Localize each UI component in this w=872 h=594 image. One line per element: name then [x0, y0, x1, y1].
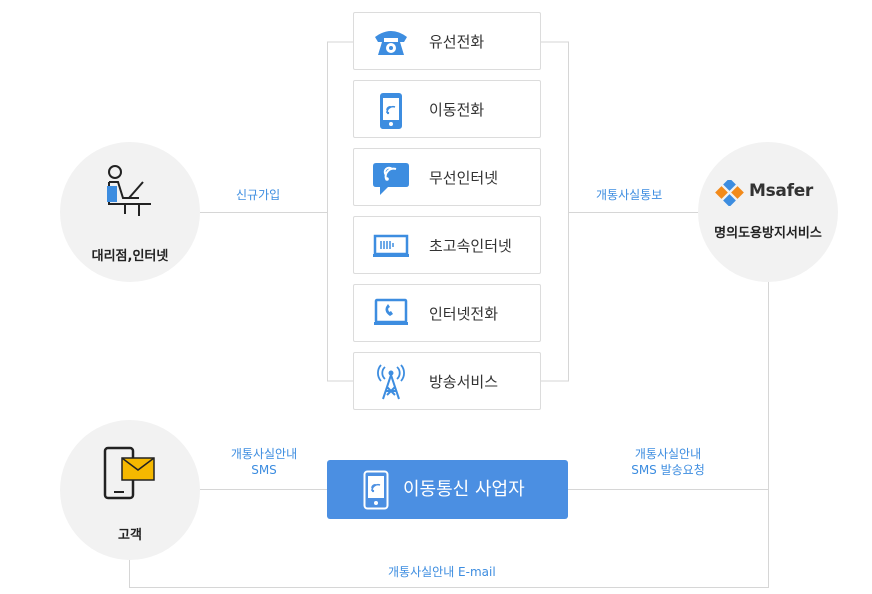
msafer-node: Msafer 명의도용방지서비스: [698, 142, 838, 282]
services-bracket-right: [541, 41, 569, 382]
service-box-internet-phone: 인터넷전화: [353, 284, 541, 342]
service-label: 유선전화: [429, 33, 485, 51]
service-box-landline: 유선전화: [353, 12, 541, 70]
modem-icon: [373, 234, 409, 257]
phone-with-envelope-icon: [103, 446, 155, 500]
services-bracket-left: [327, 41, 353, 382]
customer-node: 고객: [60, 420, 200, 560]
broadcast-tower-icon: [377, 364, 405, 400]
person-at-laptop-icon: [107, 165, 151, 216]
sms-guide-label: 개통사실안내 SMS: [214, 446, 314, 478]
carrier-node: 이동통신 사업자: [327, 460, 568, 519]
service-label: 무선인터넷: [429, 169, 499, 187]
service-label: 초고속인터넷: [429, 237, 512, 255]
wifi-bubble-icon: [373, 163, 409, 195]
mobile-phone-icon: [380, 93, 402, 129]
service-label: 인터넷전화: [429, 305, 499, 323]
service-box-broadband: 초고속인터넷: [353, 216, 541, 274]
sms-request-line2: SMS 발송요청: [631, 463, 705, 477]
msafer-logo-mark-icon: [715, 180, 744, 206]
email-guide-label: 개통사실안내 E-mail: [388, 565, 496, 579]
customer-label: 고객: [118, 528, 142, 543]
mobile-phone-icon: [363, 470, 389, 510]
sms-request-label: 개통사실안내 SMS 발송요청: [613, 446, 723, 478]
sms-guide-line1: 개통사실안내: [230, 447, 298, 461]
msafer-logo-text: Msafer: [749, 181, 814, 201]
notify-label: 개통사실통보: [596, 188, 663, 202]
service-label: 방송서비스: [429, 373, 499, 391]
agency-node: 대리점,인터넷: [60, 142, 200, 282]
telephone-icon: [375, 31, 407, 55]
service-label: 이동전화: [429, 101, 485, 119]
service-box-mobile: 이동전화: [353, 80, 541, 138]
msafer-logo: Msafer: [715, 180, 823, 206]
service-box-wireless-internet: 무선인터넷: [353, 148, 541, 206]
sms-request-line1: 개통사실안내: [634, 447, 702, 461]
carrier-label: 이동통신 사업자: [403, 479, 525, 500]
signup-label: 신규가입: [236, 188, 281, 202]
msafer-service-label: 명의도용방지서비스: [714, 226, 822, 241]
sms-guide-line2: SMS: [251, 463, 277, 477]
service-box-broadcast: 방송서비스: [353, 352, 541, 410]
internet-phone-icon: [374, 298, 408, 325]
agency-label: 대리점,인터넷: [91, 249, 169, 264]
